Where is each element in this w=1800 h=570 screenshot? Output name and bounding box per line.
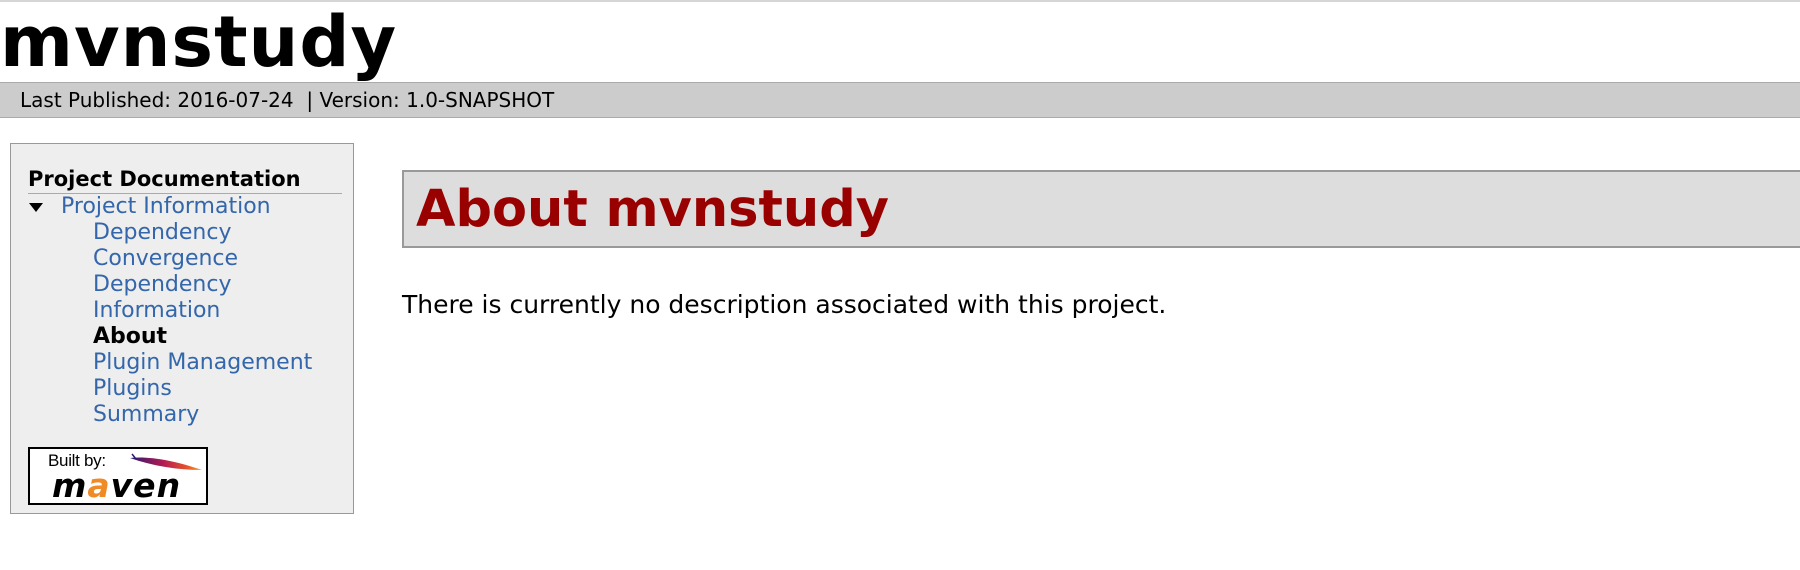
last-published: Last Published: 2016-07-24 [20, 88, 294, 112]
maven-wordmark: maven [52, 466, 182, 505]
nav-project-information[interactable]: Project Information [61, 194, 271, 220]
site-title: mvnstudy [0, 1, 398, 83]
nav-item-plugin-management[interactable]: Plugin Management [93, 350, 312, 376]
publish-bar: Last Published: 2016-07-24 | Version: 1.… [0, 82, 1800, 118]
nav-item-summary[interactable]: Summary [93, 402, 199, 428]
caret-down-icon[interactable] [29, 203, 43, 212]
nav-item-about: About [93, 324, 168, 349]
nav-header: Project Documentation [28, 166, 342, 194]
sidebar: Project Documentation Project Informatio… [10, 143, 354, 514]
page-title: About mvnstudy [416, 180, 889, 239]
nav-item-plugins[interactable]: Plugins [93, 376, 172, 402]
nav-item-dependency-information-2[interactable]: Information [93, 298, 220, 324]
nav-item-dependency-information-1[interactable]: Dependency [93, 272, 231, 298]
built-by-maven-badge[interactable]: Built by: maven [28, 447, 208, 505]
version: Version: 1.0-SNAPSHOT [319, 88, 555, 112]
project-description: There is currently no description associ… [402, 290, 1167, 319]
page-heading-box: About mvnstudy [402, 170, 1800, 248]
separator: | [306, 88, 314, 112]
nav-item-dependency-convergence-1[interactable]: Dependency [93, 220, 231, 246]
nav-item-dependency-convergence-2[interactable]: Convergence [93, 246, 238, 272]
